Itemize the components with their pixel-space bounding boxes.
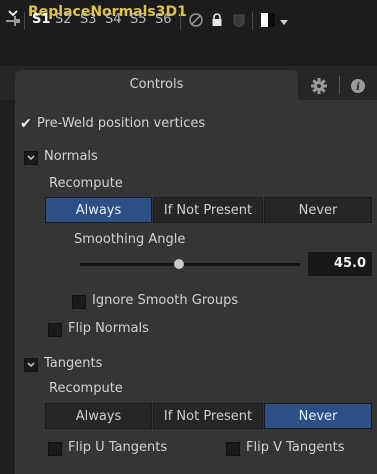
- flip-u-tangents-checkbox[interactable]: [48, 442, 62, 456]
- color-swatch-icon[interactable]: [260, 12, 276, 28]
- flip-normals-label: Flip Normals: [68, 321, 149, 336]
- tab-divider: [339, 76, 340, 94]
- smoothing-angle-handle[interactable]: [174, 259, 184, 269]
- tangents-collapse-toggle[interactable]: [24, 358, 38, 372]
- normals-collapse-toggle[interactable]: [24, 151, 38, 165]
- info-icon[interactable]: i: [345, 72, 375, 100]
- toolbar-divider: [180, 12, 181, 30]
- smoothing-angle-value[interactable]: 45.0: [308, 252, 372, 276]
- tangents-recompute-label: Recompute: [49, 381, 123, 396]
- lock-icon[interactable]: [209, 12, 225, 28]
- gear-icon[interactable]: [305, 72, 335, 100]
- toolbar-divider: [252, 12, 253, 30]
- normals-recompute-label: Recompute: [49, 176, 123, 191]
- tangents-recompute-if-not-present[interactable]: If Not Present: [153, 403, 263, 429]
- normals-recompute-if-not-present[interactable]: If Not Present: [153, 197, 263, 223]
- collapse-icon: [27, 362, 35, 368]
- pre-weld-label: Pre-Weld position vertices: [37, 116, 206, 131]
- flip-v-tangents-label: Flip V Tangents: [246, 440, 345, 455]
- ignore-smooth-groups-checkbox[interactable]: [72, 295, 86, 309]
- smoothing-angle-slider[interactable]: [80, 263, 300, 266]
- tab-controls[interactable]: Controls: [15, 70, 298, 100]
- no-entry-icon[interactable]: [188, 12, 204, 28]
- slot-s2[interactable]: S2: [55, 12, 72, 27]
- tangents-recompute-never[interactable]: Never: [264, 403, 372, 429]
- tangents-section-label: Tangents: [44, 356, 103, 371]
- smoothing-angle-label: Smoothing Angle: [74, 232, 186, 247]
- normals-section-label: Normals: [44, 149, 98, 164]
- toolbar-divider: [24, 12, 25, 30]
- ignore-smooth-groups-label: Ignore Smooth Groups: [92, 293, 239, 308]
- pin-icon[interactable]: [5, 15, 21, 27]
- slot-s5[interactable]: S5: [130, 12, 147, 27]
- checkmark-icon: ✔: [20, 116, 32, 132]
- slot-s3[interactable]: S3: [80, 12, 97, 27]
- slot-s6[interactable]: S6: [155, 12, 172, 27]
- svg-text:i: i: [356, 82, 360, 93]
- slot-s4[interactable]: S4: [105, 12, 122, 27]
- flip-u-tangents-label: Flip U Tangents: [68, 440, 168, 455]
- normals-recompute-never[interactable]: Never: [264, 197, 372, 223]
- view-slot-bar: [0, 26, 377, 66]
- dropdown-icon[interactable]: [280, 20, 288, 26]
- tangents-recompute-always[interactable]: Always: [45, 403, 152, 429]
- flip-v-tangents-checkbox[interactable]: [226, 442, 240, 456]
- slot-s1[interactable]: S1: [32, 12, 50, 27]
- shield-icon[interactable]: [231, 12, 247, 28]
- normals-recompute-always[interactable]: Always: [45, 197, 152, 223]
- pre-weld-checkbox[interactable]: ✔: [20, 117, 34, 131]
- collapse-icon: [27, 155, 35, 161]
- flip-normals-checkbox[interactable]: [48, 323, 62, 337]
